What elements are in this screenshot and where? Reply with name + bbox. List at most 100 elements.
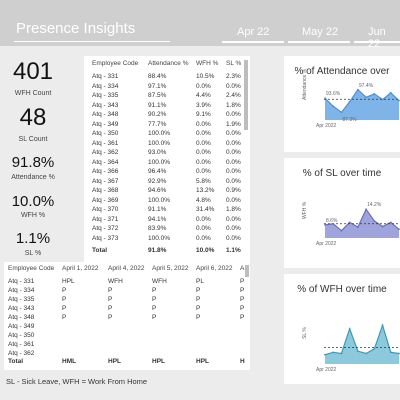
table-cell: 0.0% [226,196,241,204]
table-row[interactable]: Atq - 373 100.0% 0.0% 0.0% [84,235,250,244]
table-row[interactable]: Atq - 361 [4,341,250,350]
table-cell: 94.6% [148,187,167,194]
table-header-row[interactable]: Employee Code April 1, 2022 April 4, 2022 A… [4,265,250,274]
table-cell: 13.2% [196,187,215,194]
chart-point [348,327,351,330]
table-total-row[interactable]: Total HML HPL HPL HPL H [4,358,250,367]
table-cell: P [240,287,245,294]
table-row[interactable]: Atq - 364 100.0% 0.0% 0.0% [84,159,250,168]
table-row[interactable]: Atq - 343 P P P P P [4,305,250,314]
chart-point [332,351,335,354]
month-tab-jun[interactable]: Jun 22 [368,26,400,50]
table-cell: 0.0% [226,168,241,175]
table-cell: 31.4% [196,206,215,213]
table-cell: Atq - 334 [8,287,35,294]
table-row[interactable]: Atq - 348 90.2% 9.1% 0.0% [84,111,250,120]
table-cell: Atq - 364 [92,158,119,166]
table-row[interactable]: Atq - 350 [4,332,250,341]
table-row[interactable]: Atq - 335 P P P P P [4,296,250,305]
table-cell: Atq - 362 [92,149,119,156]
table-row[interactable]: Atq - 350 100.0% 0.0% 0.0% [84,130,250,139]
table-cell: Employee Code [8,265,55,272]
table-row[interactable]: Atq - 369 100.0% 4.8% 0.0% [84,197,250,206]
table-cell: 0.0% [196,158,211,166]
table-cell: 100.0% [148,130,171,137]
kpi-wfh-pct-label: WFH % [20,212,46,219]
table-cell: P [62,314,67,321]
table-cell: Atq - 335 [92,92,119,99]
sl-chart-card: % of SL over time WFH % Apr 2022 8.6% 14.2% [284,158,400,268]
table-cell: P [196,305,201,312]
table-cell: 0.0% [226,177,241,185]
kpi-sl-count-label: SL Count [18,136,48,143]
table-cell: Atq - 331 [8,278,35,285]
chart-plot[interactable] [324,314,400,364]
table-cell: WFH [108,278,123,285]
table-row[interactable]: Atq - 331 88.4% 10.5% 2.3% [84,73,250,82]
table-cell: HML [62,358,77,365]
table-row[interactable]: Atq - 362 93.0% 0.0% 0.0% [84,149,250,158]
table-row[interactable]: Atq - 368 94.6% 13.2% 0.9% [84,187,250,196]
table-cell: 0.0% [226,215,241,223]
table-cell: HPL [196,358,209,365]
month-tab-apr[interactable]: Apr 22 [237,26,269,38]
table-cell: 2.4% [226,92,241,99]
table-cell: 0.0% [196,130,211,137]
chart-point [389,221,392,224]
table-cell: Atq - 349 [92,120,119,128]
table-row[interactable]: Atq - 334 P P P P P [4,287,250,296]
month-tab-may[interactable]: May 22 [302,26,338,38]
table-row[interactable]: Atq - 361 100.0% 0.0% 0.0% [84,140,250,149]
chart-point [356,88,359,91]
table-cell: 0.0% [226,234,241,242]
table-row[interactable]: Atq - 334 97.1% 0.0% 0.0% [84,83,250,92]
table-cell: Atq - 373 [92,234,119,242]
table-cell: 100.0% [148,196,171,204]
table-row[interactable]: Atq - 348 P P P P P [4,314,250,323]
table-cell: P [196,314,201,321]
table-cell: P [152,314,157,321]
chart-point [324,97,326,100]
table-total-row[interactable]: Total 91.8% 10.0% 1.1% [84,247,250,256]
table-cell: A [240,265,245,272]
chart-point [365,96,368,99]
table-cell: Atq - 343 [92,101,119,109]
month-tab-apr-underline [222,41,284,43]
table-row[interactable]: Atq - 372 83.9% 0.0% 0.0% [84,225,250,234]
kpi-sl-pct-value: 1.1% [15,230,51,247]
chart-y-axis-label: SL % [302,327,308,339]
table-row[interactable]: Atq - 343 91.1% 3.9% 1.8% [84,102,250,111]
table-row[interactable]: Atq - 371 94.1% 0.0% 0.0% [84,216,250,225]
title-underline [14,41,170,42]
table-cell: PL [196,278,204,285]
month-tab-jun-underline [354,41,400,43]
table-cell: 0.0% [196,215,211,223]
table-row[interactable]: Atq - 366 96.4% 0.0% 0.0% [84,168,250,177]
chart-data-label: 97.4% [358,82,374,89]
table-cell: 91.1% [148,101,167,109]
kpi-wfh-pct-value: 10.0% [11,193,55,210]
table-cell: HPL [108,358,121,365]
chart-point [324,353,326,356]
chart-y-axis-label: Attendance % [302,68,308,100]
table-cell: 3.9% [196,101,211,109]
table-row[interactable]: Atq - 367 92.9% 5.8% 0.0% [84,178,250,187]
table-header-row[interactable]: Employee Code Attendance % WFH % SL % [84,60,250,69]
table-cell: 97.1% [148,82,167,90]
table-cell: 0.0% [196,225,211,232]
table-cell: 10.0% [196,247,215,254]
table-cell: 0.0% [226,149,241,156]
table-row[interactable]: Atq - 349 [4,323,250,332]
table-cell: P [240,296,245,303]
table-row[interactable]: Atq - 370 91.1% 31.4% 1.8% [84,206,250,215]
chart-point [332,105,335,108]
table-row[interactable]: Atq - 335 87.5% 4.4% 2.4% [84,92,250,101]
table-row[interactable]: Atq - 349 77.7% 0.0% 1.9% [84,121,250,130]
table-cell: April 6, 2022 [196,265,233,272]
table-row[interactable]: Atq - 331 HPL WFH WFH PL P [4,278,250,287]
chart-data-label: 87.3% [342,117,357,124]
table-cell: P [108,296,113,303]
chart-point [373,347,376,350]
table-cell: 92.9% [148,177,167,185]
chart-point [389,91,392,94]
